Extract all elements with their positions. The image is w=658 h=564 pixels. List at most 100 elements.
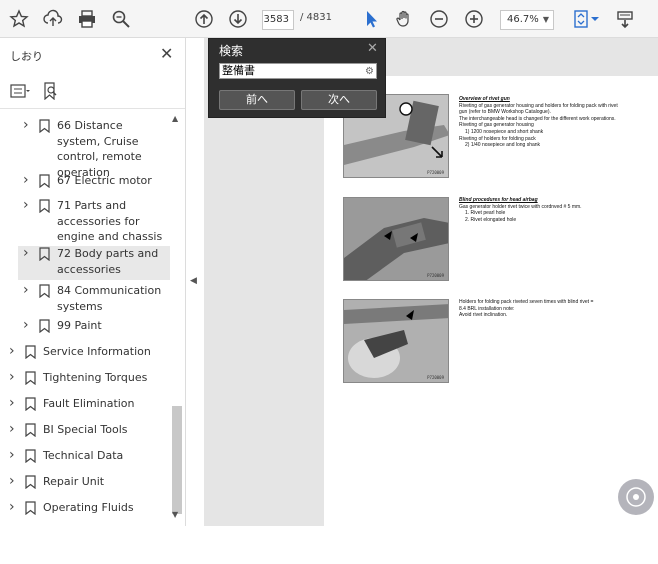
chevron-right-icon[interactable]: › (23, 246, 33, 260)
next-result-button[interactable]: 次へ (301, 90, 377, 110)
zoom-out-icon[interactable] (428, 8, 450, 30)
bookmark-item[interactable]: › Operating Fluids (0, 500, 170, 518)
photo-code: P720009 (427, 375, 444, 380)
page-number-input[interactable]: 3583 (262, 10, 294, 30)
bookmark-icon (25, 423, 36, 437)
section-1-text: Overview of rivet gun Riveting of gas ge… (459, 96, 649, 149)
bookmark-icon (39, 284, 50, 298)
text-line: Riveting of gas generator housing and ho… (459, 102, 618, 109)
zoom-level-select[interactable]: 46.7% ▼ (500, 10, 554, 30)
bookmark-label: Fault Elimination (43, 397, 135, 410)
bookmark-item[interactable]: › 99 Paint (0, 318, 170, 336)
scrollbar-thumb[interactable] (172, 406, 182, 514)
chevron-right-icon[interactable]: › (9, 474, 19, 488)
section-heading: Blind procedures for head airbag (459, 197, 538, 203)
next-page-icon[interactable] (227, 8, 249, 30)
text-line: Avoid rivet inclination. (459, 312, 508, 319)
scroll-down-icon[interactable]: ▼ (172, 510, 178, 519)
text-line: The interchangeable head is changed for … (459, 115, 616, 122)
chevron-right-icon[interactable]: › (23, 283, 33, 297)
rivet-install-photo: P720009 (343, 299, 449, 383)
search-input[interactable]: 整備書 ⚙ (219, 63, 377, 79)
assistant-icon[interactable] (618, 479, 654, 515)
bookmark-label: 99 Paint (57, 319, 102, 332)
bookmark-icon (25, 345, 36, 359)
chevron-right-icon[interactable]: › (23, 118, 33, 132)
bookmark-label: 71 Parts and accessories for engine and … (57, 199, 163, 243)
list-item: 2) 1/40 nosepiece and long shank (465, 142, 541, 149)
find-title: 検索 (219, 44, 244, 58)
main-toolbar: 3583 / 4831 46.7% ▼ (0, 0, 658, 38)
close-icon[interactable]: ✕ (160, 44, 173, 63)
prev-page-icon[interactable] (193, 8, 215, 30)
upload-icon[interactable] (42, 8, 64, 30)
collapse-panel-icon[interactable]: ◀ (190, 276, 197, 286)
bookmark-item[interactable]: › Tightening Torques (0, 370, 170, 388)
bookmark-label: 84 Communication systems (57, 284, 162, 313)
document-page: P720009 Overview of rivet gun Riveting o… (324, 76, 658, 564)
find-bookmark-icon[interactable] (38, 81, 62, 101)
close-icon[interactable]: ✕ (367, 41, 378, 56)
panel-toolbar (8, 80, 62, 102)
bookmark-item[interactable]: › Service Information (0, 344, 170, 362)
bookmarks-panel: しおり ✕ › 66 Distance system, Cruise contro… (0, 38, 186, 526)
scroll-mode-icon[interactable] (614, 8, 636, 30)
options-menu-icon[interactable] (8, 81, 32, 101)
chevron-right-icon[interactable]: › (9, 396, 19, 410)
text-line: Gas generator holder rivet twice with co… (459, 203, 582, 210)
select-cursor-icon[interactable] (360, 8, 382, 30)
bookmark-label: Technical Data (43, 449, 124, 462)
chevron-right-icon[interactable]: › (9, 422, 19, 436)
text-line: Riveting of gas generator housing (459, 122, 534, 129)
chevron-right-icon[interactable]: › (9, 500, 19, 514)
chevron-right-icon[interactable]: › (23, 173, 33, 187)
scroll-up-icon[interactable]: ▲ (172, 114, 178, 123)
chevron-right-icon[interactable]: › (9, 344, 19, 358)
chevron-right-icon[interactable]: › (23, 318, 33, 332)
zoom-level-value: 46.7% (507, 14, 539, 25)
list-item: 1) 1200 nosepiece and short shank (465, 128, 544, 135)
bookmark-item[interactable]: › 66 Distance system, Cruise control, rem… (0, 118, 170, 179)
chevron-down-icon[interactable] (590, 8, 600, 30)
zoom-search-icon[interactable] (110, 8, 132, 30)
search-value: 整備書 (222, 64, 255, 77)
hand-icon[interactable] (393, 8, 415, 30)
bookmark-item[interactable]: › 67 Electric motor (0, 173, 170, 191)
gas-generator-photo: P720009 (343, 197, 449, 281)
list-item: 2. Rivet elongated hole (465, 216, 517, 223)
bookmark-item[interactable]: › 71 Parts and accessories for engine and… (0, 198, 170, 246)
bookmark-item[interactable]: › Fault Elimination (0, 396, 170, 414)
bookmark-star-icon[interactable] (8, 8, 30, 30)
bookmark-item[interactable]: › 72 Body parts and accessories (18, 246, 170, 280)
bookmark-label: 67 Electric motor (57, 174, 152, 187)
bookmark-item[interactable]: › 84 Communication systems (0, 283, 170, 317)
bookmark-label: Tightening Torques (43, 371, 148, 384)
bookmark-icon (39, 247, 50, 261)
bookmark-icon (25, 371, 36, 385)
photo-code: P720009 (427, 273, 444, 278)
bookmark-icon (25, 501, 36, 515)
chevron-right-icon[interactable]: › (23, 198, 33, 212)
bookmark-item[interactable]: › BI Special Tools (0, 422, 170, 440)
gear-icon[interactable]: ⚙ (365, 65, 374, 79)
chevron-right-icon[interactable]: › (9, 448, 19, 462)
list-item: 1. Rivet pearl hole (465, 210, 506, 217)
zoom-in-icon[interactable] (463, 8, 485, 30)
text-line: Riveting of holders for folding pack (459, 135, 536, 142)
text-line: gun (refer to BMW Workshop Catalogue). (459, 109, 551, 116)
chevron-right-icon[interactable]: › (9, 370, 19, 384)
bookmark-icon (39, 119, 50, 133)
bookmark-label: Repair Unit (43, 475, 105, 488)
section-heading: Overview of rivet gun (459, 96, 510, 102)
bookmark-item[interactable]: › Repair Unit (0, 474, 170, 492)
section-3-text: Holders for folding pack riveted seven t… (459, 299, 649, 319)
print-icon[interactable] (76, 8, 98, 30)
photo-code: P720009 (427, 170, 444, 175)
prev-result-button[interactable]: 前へ (219, 90, 295, 110)
bookmark-label: 66 Distance system, Cruise control, remo… (57, 119, 142, 179)
fit-page-icon[interactable] (570, 8, 592, 30)
text-line: 8.4 BRL installation note: (459, 305, 515, 312)
text-line: Holders for folding pack riveted seven t… (459, 299, 594, 305)
bookmark-item[interactable]: › Technical Data (0, 448, 170, 466)
divider (0, 108, 185, 109)
